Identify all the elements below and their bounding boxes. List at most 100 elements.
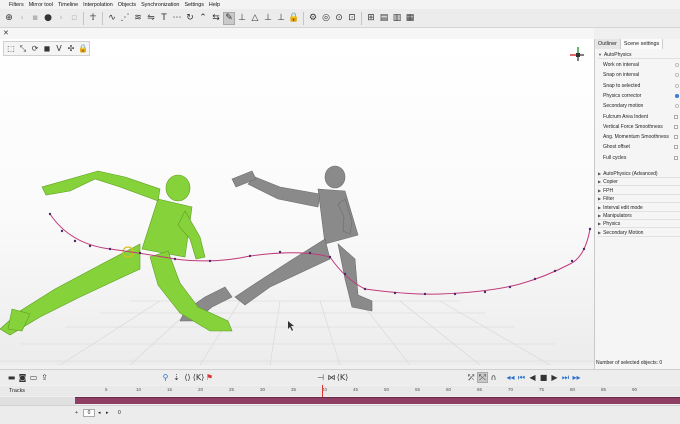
rotate-tool-icon[interactable]: ⟳ [30,43,40,54]
menu-item[interactable]: Mirror tool [29,2,53,8]
step-next-icon[interactable]: ▸ [106,410,109,416]
radio-button[interactable] [675,83,679,88]
property-row[interactable]: Vertical Force Smoothness [603,122,680,132]
play-icon[interactable]: ▶ [549,372,560,383]
export-icon[interactable]: ⇪ [39,372,50,383]
curve-icon[interactable]: ∿ [106,12,118,25]
ik-icon[interactable]: V [54,43,64,54]
section-header[interactable]: ▶ Manipulators [598,212,680,220]
pin-tool-icon[interactable]: ✎ [223,11,235,25]
property-row[interactable]: Full cycles [603,153,680,163]
to-end-icon[interactable]: ⏭ [560,372,571,383]
radio-button[interactable] [675,73,679,78]
pose-icon[interactable]: ☥ [87,12,99,25]
select-icon[interactable]: ⬚ [6,43,16,54]
ground-icon[interactable]: ⊥ [275,12,287,25]
curve-edit-icon[interactable]: ⊣ [315,372,326,383]
property-row[interactable]: Snap to selected [603,81,680,91]
menu-item[interactable]: Filters [9,2,24,8]
move-icon[interactable]: ✣ [66,43,76,54]
plus-icon[interactable]: + [75,410,78,416]
menu-item[interactable]: Timeline [58,2,78,8]
text-icon[interactable]: T [158,12,170,25]
camera-focus-icon[interactable]: ⊙ [333,12,345,25]
menu-item[interactable]: Synchronization [141,2,179,8]
section-header[interactable]: ▶ Physics [598,220,680,229]
menu-item[interactable]: Settings [184,2,203,8]
property-row[interactable]: Ang. Momentum Smoothness [603,132,680,142]
checkbox[interactable] [674,124,678,129]
property-row[interactable]: Physics corrector [603,91,680,101]
checkbox[interactable] [674,145,678,150]
bake-icon[interactable]: ≋ [132,12,144,25]
property-row[interactable]: Snap on interval [603,70,680,80]
graph-icon[interactable]: ⤱ [466,372,477,383]
section-header[interactable]: ▶ AutoPhysics (Advanced) [598,170,680,178]
film-icon[interactable]: ▬ [6,372,17,383]
headphones-icon[interactable]: ∩ [488,372,499,383]
balance-icon[interactable]: ⊥ [262,12,274,25]
stop-icon[interactable]: ■ [538,372,549,383]
section-header[interactable]: ▶ Interval edit mode [598,204,680,212]
to-start-icon[interactable]: ⏮ [516,372,527,383]
key-nav-icon[interactable]: ⟨K⟩ [193,372,205,383]
frame-input[interactable]: 0 [83,409,95,417]
mirror-icon[interactable]: ⇆ [210,12,222,25]
step-forward-icon[interactable]: › [55,12,67,25]
render-icon[interactable]: ▭ [28,372,39,383]
menu-item[interactable]: Objects [118,2,136,8]
key-filter-icon[interactable]: ⇣ [171,372,182,383]
property-row[interactable]: Fulcrum Area Indent [603,112,680,122]
key-nav-2-icon[interactable]: ⟨K⟩ [337,372,349,383]
viewport-3d[interactable] [0,39,594,365]
frame-icon[interactable]: ⊡ [346,12,358,25]
flag-icon[interactable]: ⚑ [204,372,215,383]
timeline-track[interactable] [75,397,680,404]
settings-icon[interactable]: ⚙ [307,12,319,25]
menu-item[interactable]: Help [209,2,220,8]
tab-outliner[interactable]: Outliner [595,39,621,49]
property-row[interactable]: Secondary motion [603,101,680,111]
checkbox[interactable] [674,114,678,119]
timing-icon[interactable]: ⋯ [171,12,183,25]
lock-icon[interactable]: 🔒 [288,12,300,25]
layers-icon[interactable]: ▥ [391,12,403,25]
step-back-icon[interactable]: ‹ [16,12,28,25]
zoom-icon[interactable]: ⊕ [3,12,15,25]
section-header[interactable]: ▶ Secondary Motion [598,229,680,237]
close-icon[interactable]: ✕ [3,29,9,37]
transform-icon[interactable]: ⤡ [18,43,28,54]
window-icon[interactable]: ▤ [378,12,390,25]
retime-icon[interactable]: ⇋ [145,12,157,25]
cube-icon[interactable]: ◼ [42,43,52,54]
property-row[interactable]: Ghost offset [603,142,680,152]
step-prev-icon[interactable]: ◂ [98,410,101,416]
section-header[interactable]: ▶ FPH [598,187,680,195]
stagger-icon[interactable]: ⋰ [119,12,131,25]
physics-icon[interactable]: △ [249,12,261,25]
camera-icon[interactable]: ◙ [17,372,28,383]
property-row[interactable]: Work on interval [603,60,680,70]
section-header[interactable]: ▶ Copier [598,178,680,187]
checkbox[interactable] [674,135,678,140]
frame-ruler[interactable]: 5 10 15 20 25 30 35 40 45 50 55 60 65 70 75 80 85 90 [75,385,680,404]
prev-key-icon[interactable]: ◂◂ [505,372,516,383]
target-icon[interactable]: ◎ [320,12,332,25]
arc-icon[interactable]: ⌃ [197,12,209,25]
tab-scene-settings[interactable]: Scene settings [620,39,664,49]
ik-fk-icon[interactable]: ⟨⟩ [182,372,193,383]
step-icon[interactable]: ▪ [29,12,41,25]
search-key-icon[interactable]: ⚲ [160,372,171,383]
dope-sheet-icon[interactable]: ⤲ [477,372,488,383]
radio-button[interactable] [675,104,679,109]
keyframe-icon[interactable]: ● [42,12,54,25]
next-key-icon[interactable]: ▸▸ [571,372,582,383]
lock-icon[interactable]: 🔒 [78,43,88,54]
rotate-icon[interactable]: ↻ [184,12,196,25]
section-autophysics[interactable]: ▼ AutoPhysics [598,51,680,59]
fulcrum-icon[interactable]: ⊥ [236,12,248,25]
radio-button[interactable] [675,93,679,98]
checkbox[interactable] [674,155,678,160]
radio-button[interactable] [675,63,679,67]
curve-smooth-icon[interactable]: ⋈ [326,372,337,383]
